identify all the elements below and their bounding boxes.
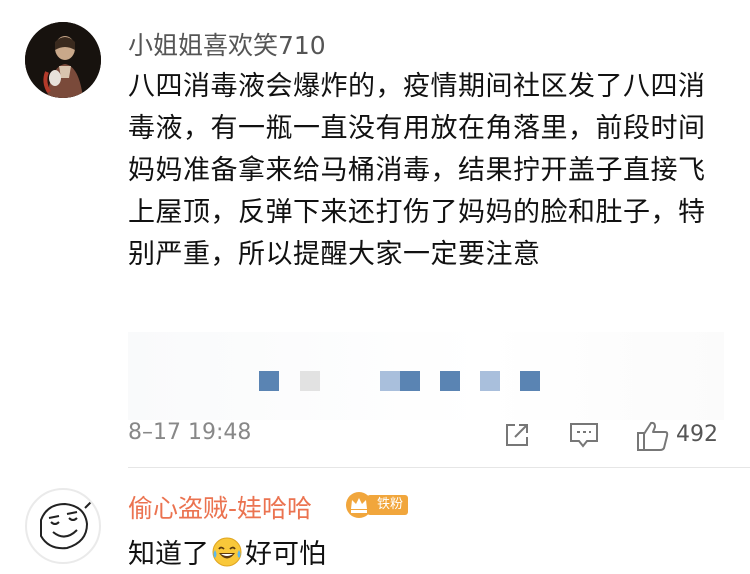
- placeholder-tile: [400, 371, 420, 391]
- comment-text: 八四消毒液会爆炸的，疫情期间社区发了八四消毒液，有一瓶一直没有用放在角落里，前段…: [128, 71, 706, 270]
- comment-icon: [570, 423, 598, 448]
- fan-badge-label: 铁粉: [367, 495, 409, 515]
- placeholder-tile: [380, 371, 400, 391]
- like-icon: [637, 421, 669, 451]
- placeholder-tile: [300, 371, 320, 391]
- placeholder-tile: [440, 371, 460, 391]
- crown-icon: [346, 492, 372, 518]
- share-button[interactable]: [502, 420, 532, 450]
- reply-text-after: 好可怕: [245, 539, 326, 570]
- sketch-face-avatar: [40, 501, 92, 550]
- placeholder-tile: [520, 371, 540, 391]
- reply-username[interactable]: 偷心盗贼-娃哈哈: [128, 489, 312, 525]
- reply-text: 知道了 好可怕: [128, 532, 326, 571]
- comment-button[interactable]: [568, 420, 600, 450]
- reply-avatar[interactable]: [25, 488, 101, 564]
- placeholder-tile: [480, 371, 500, 391]
- like-count: 492: [676, 422, 718, 447]
- placeholder-tile: [259, 371, 279, 391]
- share-icon: [506, 424, 528, 446]
- portrait-image: [25, 22, 101, 98]
- like-button[interactable]: [636, 420, 670, 451]
- comment-meta-row: 8–17 19:48 492: [128, 420, 728, 451]
- commenter-username[interactable]: 小姐姐喜欢笑710: [128, 26, 326, 62]
- divider: [128, 467, 750, 468]
- reply-text-before: 知道了: [128, 539, 209, 570]
- commenter-avatar[interactable]: [25, 22, 101, 98]
- laughing-crying-emoji: [212, 537, 242, 566]
- media-placeholder: [128, 332, 724, 420]
- comment-timestamp: 8–17 19:48: [128, 420, 252, 445]
